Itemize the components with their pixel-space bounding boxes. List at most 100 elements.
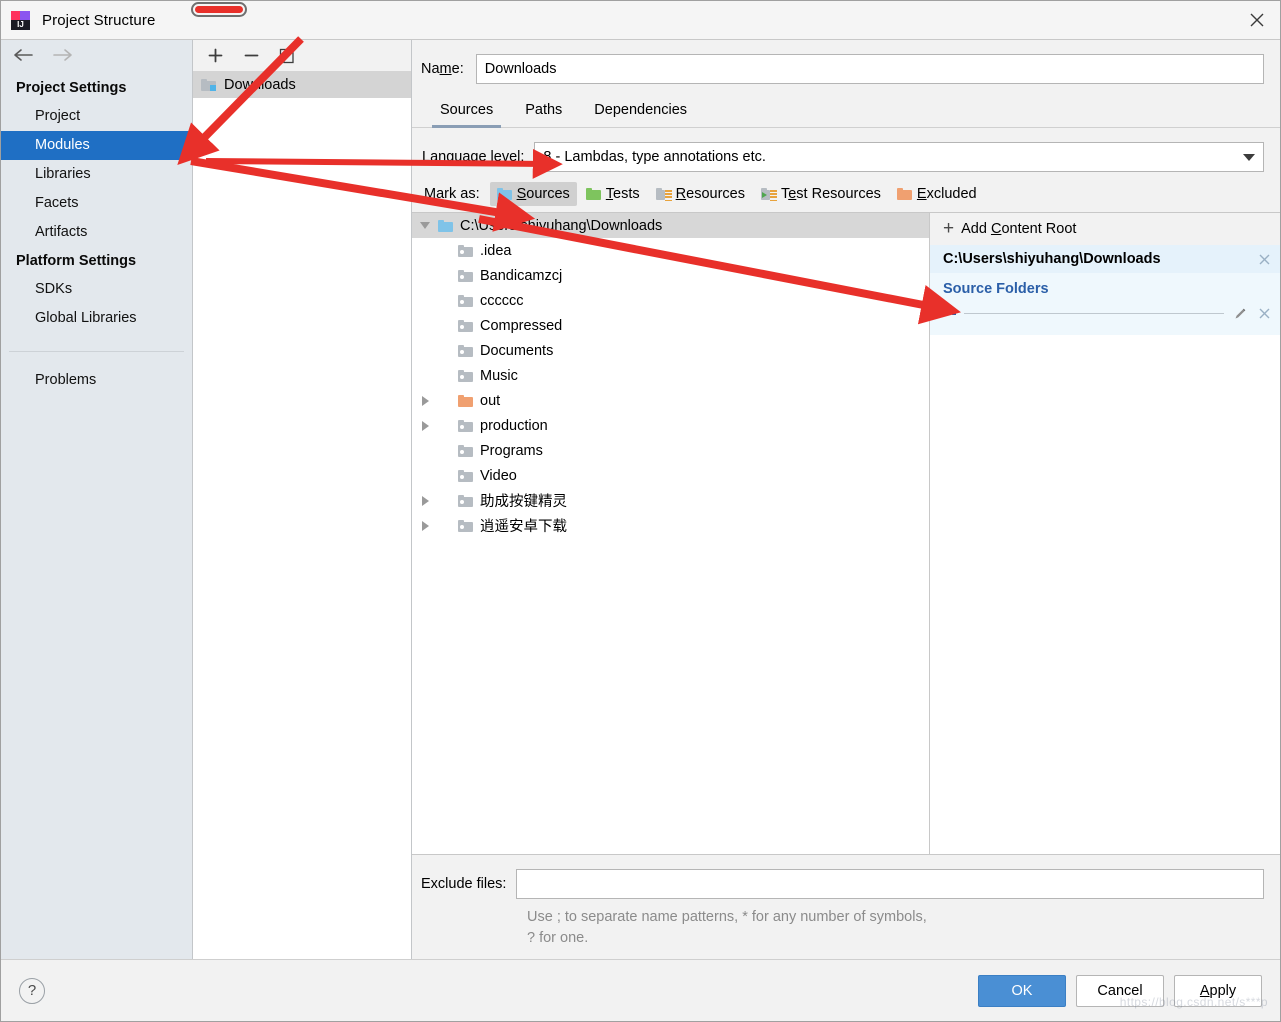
module-folder-icon [201,79,216,91]
folder-tree[interactable]: C:\Users\shiyuhang\Downloads .idea Bandi… [412,213,930,854]
folder-icon [458,244,473,257]
exclude-files-input[interactable] [516,869,1264,899]
sidebar-divider [9,351,184,352]
ok-button[interactable]: OK [978,974,1066,1007]
window-title: Project Structure [42,11,156,29]
sidebar-item-problems[interactable]: Problems [1,366,192,395]
sidebar-group-project-settings: Project Settings [16,80,127,96]
plus-icon: + [943,218,955,239]
mark-as-resources-button[interactable]: Resources [649,182,752,206]
minus-icon[interactable] [239,44,263,68]
language-level-row: Language level: 8 - Lambdas, type annota… [412,128,1280,172]
sidebar-group-platform-settings: Platform Settings [16,253,137,269]
sidebar-item-artifacts[interactable]: Artifacts [1,218,192,247]
tree-row[interactable]: Bandicamzcj [412,263,929,288]
tree-row-label: 助成按键精灵 [480,494,567,510]
content-root-path: C:\Users\shiyuhang\Downloads [943,251,1161,267]
content-roots-panel: + Add Content Root C:\Users\shiyuhang\Do… [930,213,1280,854]
settings-sidebar: Project Settings Project Modules Librari… [1,40,193,959]
mark-as-tests-button[interactable]: Tests [579,182,647,206]
tree-row[interactable]: 逍遥安卓下载 [412,513,929,538]
sidebar-item-global-libraries[interactable]: Global Libraries [1,304,192,333]
arrow-right-icon[interactable] [51,48,73,67]
tree-row[interactable]: Music [412,363,929,388]
close-icon[interactable] [1234,1,1280,39]
tree-row-label: cccccc [480,292,524,309]
folder-icon [458,294,473,307]
modules-list-panel: Downloads [193,40,412,959]
tree-toggle-expanded-icon[interactable] [412,222,438,229]
folder-icon [458,469,473,482]
folder-sources-icon [496,188,512,200]
tree-toggle-collapsed-icon[interactable] [412,395,438,406]
tree-toggle-collapsed-icon[interactable] [412,420,438,431]
intellij-idea-icon: IJ [11,10,30,30]
copy-icon[interactable] [275,44,299,68]
tab-sources[interactable]: Sources [424,96,509,128]
tree-row[interactable]: Compressed [412,313,929,338]
mark-as-toolbar: Mark as: Sources Tests Resources Test Re… [412,172,1280,212]
exclude-files-area: Exclude files: Use ; to separate name pa… [412,855,1280,959]
tree-toggle-collapsed-icon[interactable] [412,495,438,506]
dialog-footer: ? OK Cancel Apply [1,959,1280,1021]
content-root-header: C:\Users\shiyuhang\Downloads [930,245,1280,273]
tab-paths[interactable]: Paths [509,96,578,127]
module-name-input[interactable] [475,54,1264,84]
folder-icon [458,444,473,457]
mark-as-sources-button[interactable]: Sources [489,182,577,206]
tab-dependencies[interactable]: Dependencies [578,96,703,127]
tree-row-label: C:\Users\shiyuhang\Downloads [460,217,663,234]
folder-resources-icon [655,188,672,202]
modules-toolbar [193,40,411,72]
folder-icon [458,494,473,507]
cancel-button[interactable]: Cancel [1076,974,1164,1007]
source-folder-entry[interactable]: . [930,301,1280,325]
navigation-arrows [1,40,192,74]
module-list-item-label: Downloads [224,77,296,93]
tree-row[interactable]: Video [412,463,929,488]
source-folders-block: Source Folders . [930,273,1280,335]
sidebar-item-sdks[interactable]: SDKs [1,275,192,304]
tree-row[interactable]: 助成按键精灵 [412,488,929,513]
mark-as-test-resources-button[interactable]: Test Resources [754,182,888,206]
tree-row[interactable]: Documents [412,338,929,363]
remove-content-root-icon[interactable] [1256,251,1272,267]
sidebar-item-libraries[interactable]: Libraries [1,160,192,189]
tree-row[interactable]: Programs [412,438,929,463]
tree-row-label: 逍遥安卓下载 [480,519,567,535]
plus-icon[interactable] [203,44,227,68]
folder-tests-icon [585,188,601,200]
tree-row-label: Bandicamzcj [480,267,563,284]
folder-icon [458,319,473,332]
tree-row[interactable]: production [412,413,929,438]
language-level-dropdown[interactable]: 8 - Lambdas, type annotations etc. [534,142,1264,172]
pencil-icon[interactable] [1232,305,1248,321]
apply-button[interactable]: Apply [1174,974,1262,1007]
exclude-files-label: Exclude files: [421,876,507,892]
editor-tabs: Sources Paths Dependencies [412,96,1280,128]
tree-toggle-collapsed-icon[interactable] [412,520,438,531]
sidebar-item-project[interactable]: Project [1,102,192,131]
tree-row[interactable]: cccccc [412,288,929,313]
tree-row-label: production [480,417,548,434]
folder-test-resources-icon [760,188,777,202]
title-bar: IJ Project Structure [1,1,1280,39]
help-button[interactable]: ? [19,977,45,1004]
folder-icon [458,519,473,532]
sidebar-item-facets[interactable]: Facets [1,189,192,218]
tree-row-root[interactable]: C:\Users\shiyuhang\Downloads [412,213,929,238]
tree-row[interactable]: .idea [412,238,929,263]
tree-row-label: .idea [480,242,512,259]
language-level-label: Language level: [422,149,525,165]
sidebar-item-modules[interactable]: Modules [1,131,192,160]
add-content-root-button[interactable]: + Add Content Root [930,213,1280,245]
module-list-item-downloads[interactable]: Downloads [193,72,411,98]
mark-as-excluded-button[interactable]: Excluded [890,182,984,206]
remove-source-folder-icon[interactable] [1256,305,1272,321]
folder-icon [458,344,473,357]
folder-excluded-icon [458,394,473,407]
source-folders-title[interactable]: Source Folders [930,273,1280,301]
tree-row[interactable]: out [412,388,929,413]
arrow-left-icon[interactable] [13,48,35,67]
tree-row-label: Video [480,467,517,484]
